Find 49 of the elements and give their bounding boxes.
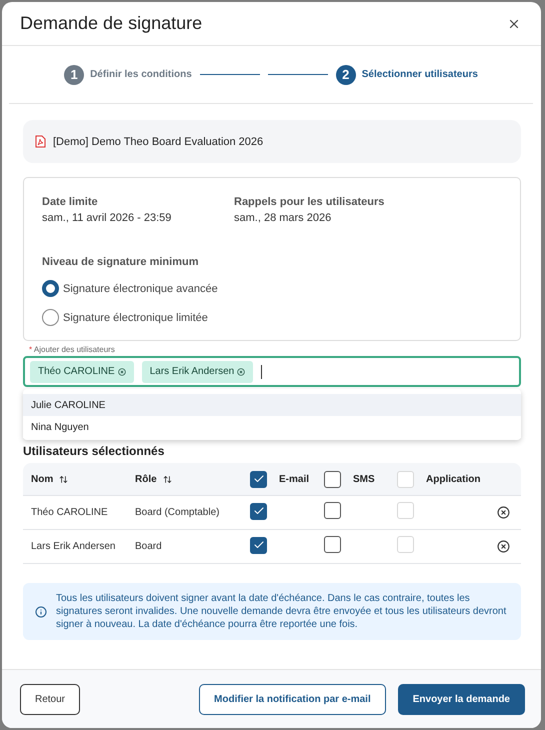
pdf-file-icon xyxy=(35,135,46,148)
document-name: [Demo] Demo Theo Board Evaluation 2026 xyxy=(53,136,264,148)
sort-icon[interactable] xyxy=(162,474,172,484)
field-label: Rappels pour les utilisateurs xyxy=(234,196,386,208)
radio-button[interactable] xyxy=(42,280,59,297)
column-header: Nom xyxy=(31,474,54,484)
table-cell-text: Théo CAROLINE xyxy=(31,507,109,518)
remove-icon[interactable] xyxy=(237,368,246,376)
radio-label: Signature électronique avancée xyxy=(63,282,218,294)
column-header: SMS xyxy=(353,474,375,484)
checkbox[interactable] xyxy=(324,502,341,518)
dialog-title: Demande de signature xyxy=(20,13,202,34)
field-value: sam., 11 avril 2026 - 23:59 xyxy=(42,212,172,224)
column-header: Rôle xyxy=(135,474,157,484)
field-value: sam., 28 mars 2026 xyxy=(234,212,332,224)
field-label: * Ajouter des utilisateurs xyxy=(29,345,116,354)
edit-notification-button[interactable]: Modifier la notification par e-mail xyxy=(199,684,386,714)
sort-icon[interactable] xyxy=(59,474,68,484)
table-cell-text: Lars Erik Andersen xyxy=(31,541,116,552)
checkbox[interactable] xyxy=(250,536,267,554)
suggestion-item[interactable]: Julie CAROLINE xyxy=(23,394,521,416)
remove-icon[interactable] xyxy=(118,368,126,376)
radio-label: Signature électronique limitée xyxy=(63,312,208,324)
chip-label: Théo CAROLINE xyxy=(38,366,115,377)
check-icon xyxy=(252,473,264,485)
step-label: Définir les conditions xyxy=(90,69,192,80)
users-input-field[interactable]: Théo CAROLINE Lars Erik Andersen xyxy=(23,356,521,387)
info-icon xyxy=(35,606,47,618)
field-label: Niveau de signature minimum xyxy=(42,256,200,268)
text-cursor xyxy=(261,364,262,378)
info-text: Tous les utilisateurs doivent signer avant la date d'échéance. Dans le cas contraire, toutes les signatures seront invalides. Une nouvelle demande devra être envoyée et tous les utilisateurs devront signer à nouveau. La date d'échéance pourra être reportée une fois. xyxy=(56,592,508,631)
checkbox[interactable] xyxy=(250,502,267,520)
chip-label: Lars Erik Andersen xyxy=(150,366,234,377)
section-heading: Utilisateurs sélectionnés xyxy=(23,444,166,458)
checkbox[interactable] xyxy=(250,470,267,488)
step-number: 2 xyxy=(336,64,356,84)
checkbox[interactable] xyxy=(324,536,341,552)
step-number: 1 xyxy=(64,64,84,84)
table-cell-text: Board xyxy=(135,541,163,552)
step-label: Sélectionner utilisateurs xyxy=(362,69,478,80)
send-request-button[interactable]: Envoyer la demande xyxy=(398,684,525,714)
radio-button[interactable] xyxy=(42,309,59,326)
back-button[interactable]: Retour xyxy=(20,684,80,714)
field-label: Date limite xyxy=(42,196,99,208)
checkbox[interactable] xyxy=(324,470,341,488)
column-header: Application xyxy=(426,474,480,484)
suggestion-item[interactable]: Nina Nguyen xyxy=(23,416,521,438)
table-cell-text: Board (Comptable) xyxy=(135,507,220,518)
column-header: E-mail xyxy=(279,474,310,484)
